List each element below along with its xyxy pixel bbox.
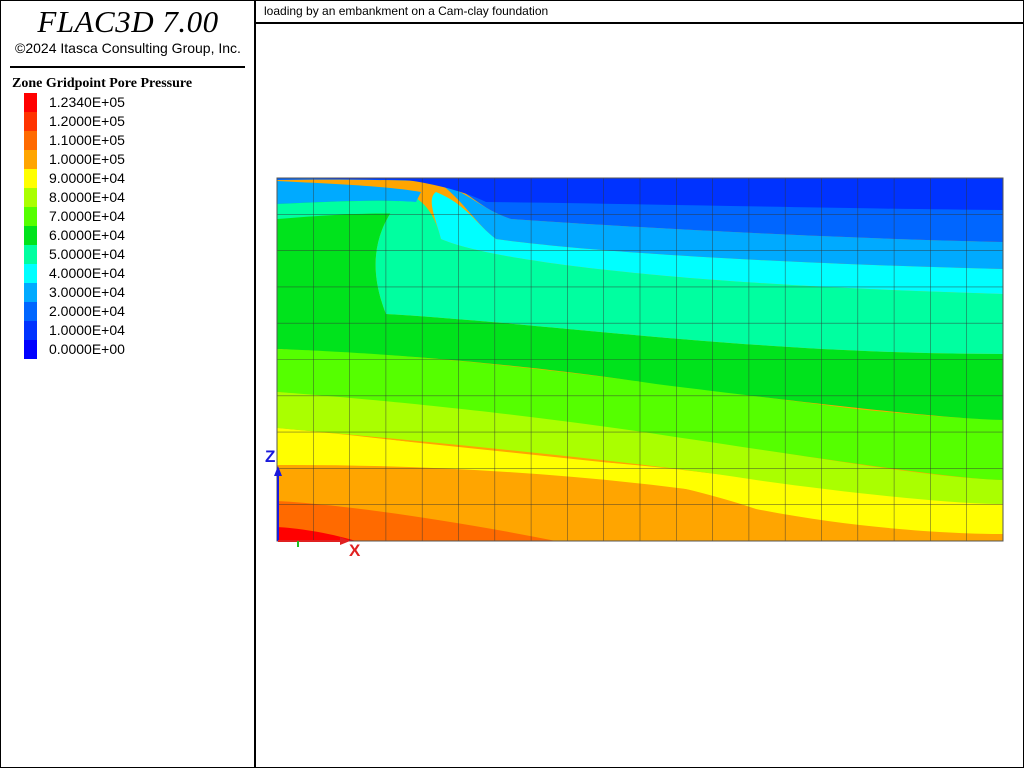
- legend-swatch: [24, 131, 37, 150]
- legend-item: 8.0000E+04: [24, 188, 244, 207]
- legend-label: 1.0000E+05: [49, 151, 125, 167]
- z-axis-label: Z: [265, 447, 276, 466]
- legend-label: 7.0000E+04: [49, 208, 125, 224]
- legend-swatch: [24, 340, 37, 359]
- legend-item: 5.0000E+04: [24, 245, 244, 264]
- legend-item: 2.0000E+04: [24, 302, 244, 321]
- legend-label: 5.0000E+04: [49, 246, 125, 262]
- legend-item: 1.2340E+05: [24, 93, 244, 112]
- legend-swatch: [24, 226, 37, 245]
- plot-title: loading by an embankment on a Cam-clay f…: [264, 4, 549, 18]
- legend-label: 1.0000E+04: [49, 322, 125, 338]
- legend-item: 0.0000E+00: [24, 340, 244, 359]
- legend-item: 1.0000E+05: [24, 150, 244, 169]
- legend-item: 9.0000E+04: [24, 169, 244, 188]
- legend-panel: FLAC3D 7.00 ©2024 Itasca Consulting Grou…: [0, 0, 256, 768]
- legend-label: 9.0000E+04: [49, 170, 125, 186]
- app-title: FLAC3D 7.00: [37, 4, 219, 39]
- legend-label: 0.0000E+00: [49, 341, 125, 357]
- legend-swatch: [24, 321, 37, 340]
- legend-swatch: [24, 207, 37, 226]
- legend-item: 1.0000E+04: [24, 321, 244, 340]
- legend-label: 4.0000E+04: [49, 265, 125, 281]
- legend-swatch: [24, 283, 37, 302]
- legend-item: 1.2000E+05: [24, 112, 244, 131]
- legend-label: 8.0000E+04: [49, 189, 125, 205]
- legend-swatch: [24, 150, 37, 169]
- plot-title-bar: loading by an embankment on a Cam-clay f…: [256, 0, 1024, 24]
- legend-swatch: [24, 93, 37, 112]
- legend-label: 1.2340E+05: [49, 94, 125, 110]
- legend-label: 1.2000E+05: [49, 113, 125, 129]
- legend-swatch: [24, 264, 37, 283]
- legend-swatch: [24, 302, 37, 321]
- legend-item: 4.0000E+04: [24, 264, 244, 283]
- copyright-text: ©2024 Itasca Consulting Group, Inc.: [15, 40, 241, 56]
- legend-item: 1.1000E+05: [24, 131, 244, 150]
- contour-legend: 1.2340E+05 1.2000E+05 1.1000E+05 1.0000E+05…: [24, 93, 244, 359]
- legend-item: 6.0000E+04: [24, 226, 244, 245]
- legend-swatch: [24, 169, 37, 188]
- legend-swatch: [24, 188, 37, 207]
- legend-item: 3.0000E+04: [24, 283, 244, 302]
- contour-plot: [274, 177, 1004, 547]
- legend-title: Zone Gridpoint Pore Pressure: [12, 76, 193, 91]
- legend-swatch: [24, 112, 37, 131]
- legend-item: 7.0000E+04: [24, 207, 244, 226]
- plot-view[interactable]: Z X: [256, 24, 1024, 768]
- legend-label: 2.0000E+04: [49, 303, 125, 319]
- mesh-grid: [277, 178, 1003, 541]
- legend-label: 6.0000E+04: [49, 227, 125, 243]
- x-axis-label: X: [349, 541, 361, 560]
- legend-label: 1.1000E+05: [49, 132, 125, 148]
- divider: [10, 66, 245, 68]
- legend-label: 3.0000E+04: [49, 284, 125, 300]
- legend-swatch: [24, 245, 37, 264]
